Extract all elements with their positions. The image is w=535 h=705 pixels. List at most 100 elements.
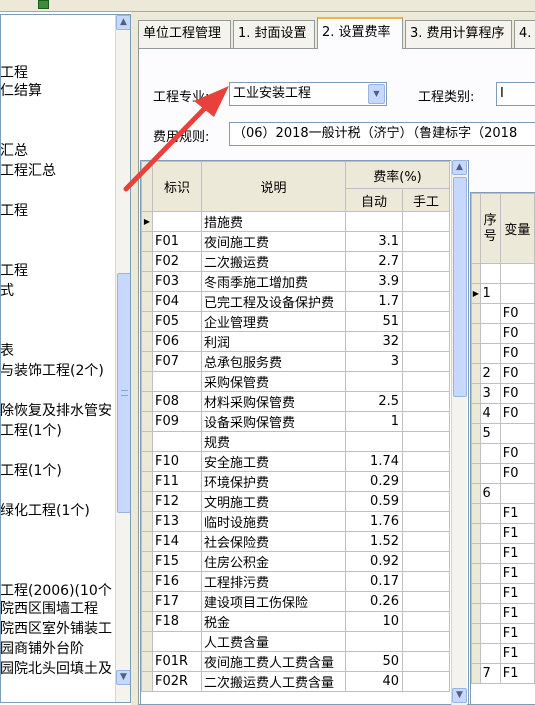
row-no-cell[interactable] <box>479 583 501 604</box>
row-desc-cell[interactable]: 夜间施工费人工费含量 <box>201 651 346 672</box>
row-manual-rate-cell[interactable] <box>402 311 450 332</box>
table-row[interactable]: F01 夜间施工费 3.1 <box>141 231 450 252</box>
row-no-cell[interactable] <box>479 623 501 644</box>
row-no-cell[interactable] <box>479 443 501 464</box>
row-var-cell[interactable]: F1 <box>499 583 535 604</box>
row-manual-rate-cell[interactable] <box>402 671 450 692</box>
tree-node[interactable]: 院西区室外铺装工 <box>1 621 112 638</box>
column-header-id[interactable]: 标识 <box>152 161 202 212</box>
row-id-cell[interactable]: F11 <box>152 471 202 492</box>
row-desc-cell[interactable]: 夜间施工费 <box>201 231 346 252</box>
chevron-down-icon[interactable]: ▼ <box>368 84 385 104</box>
row-indicator[interactable] <box>471 643 481 664</box>
tab-set-rates[interactable]: 2. 设置费率 <box>317 17 403 49</box>
row-manual-rate-cell[interactable] <box>402 291 450 312</box>
row-auto-rate-cell[interactable]: 50 <box>345 651 403 672</box>
row-indicator[interactable] <box>141 251 153 272</box>
tree-node[interactable]: 式 <box>1 283 14 300</box>
row-indicator[interactable] <box>141 331 153 352</box>
table-row[interactable]: 7 F1 <box>471 663 535 684</box>
row-indicator[interactable] <box>471 623 481 644</box>
row-desc-cell[interactable]: 利润 <box>201 331 346 352</box>
row-no-cell[interactable]: 2 <box>479 363 501 384</box>
row-desc-cell[interactable]: 临时设施费 <box>201 511 346 532</box>
row-indicator[interactable] <box>141 591 153 612</box>
table-row[interactable]: F18 税金 10 <box>141 611 450 632</box>
table-row[interactable]: F1 <box>471 563 535 584</box>
row-desc-cell[interactable]: 建设项目工伤保险 <box>201 591 346 612</box>
row-id-cell[interactable]: F01R <box>152 651 202 672</box>
tree-node[interactable]: 工程汇总 <box>1 163 56 180</box>
row-manual-rate-cell[interactable] <box>402 551 450 572</box>
row-desc-cell[interactable]: 环境保护费 <box>201 471 346 492</box>
row-id-cell[interactable]: F15 <box>152 551 202 572</box>
row-no-cell[interactable] <box>479 503 501 524</box>
row-id-cell[interactable]: F07 <box>152 351 202 372</box>
row-desc-cell[interactable]: 措施费 <box>201 211 346 232</box>
row-var-cell[interactable]: F1 <box>499 603 535 624</box>
table-row[interactable]: F10 安全施工费 1.74 <box>141 451 450 472</box>
row-manual-rate-cell[interactable] <box>402 651 450 672</box>
table-row[interactable]: F03 冬雨季施工增加费 3.9 <box>141 271 450 292</box>
row-id-cell[interactable]: F06 <box>152 331 202 352</box>
row-id-cell[interactable]: F04 <box>152 291 202 312</box>
row-desc-cell[interactable]: 安全施工费 <box>201 451 346 472</box>
row-indicator[interactable] <box>471 603 481 624</box>
row-indicator[interactable] <box>141 571 153 592</box>
row-indicator[interactable] <box>141 271 153 292</box>
toolbar-app-icon[interactable] <box>38 0 49 9</box>
row-auto-rate-cell[interactable]: 40 <box>345 671 403 692</box>
tree-node[interactable]: 工程(1个) <box>1 463 62 480</box>
column-header-auto[interactable]: 自动 <box>345 188 403 212</box>
row-indicator[interactable] <box>471 483 481 504</box>
row-indicator[interactable] <box>471 363 481 384</box>
row-auto-rate-cell[interactable]: 3.1 <box>345 231 403 252</box>
row-indicator[interactable] <box>471 523 481 544</box>
row-id-cell[interactable]: F01 <box>152 231 202 252</box>
row-var-cell[interactable]: F0 <box>499 383 535 404</box>
table-row[interactable]: F14 社会保险费 1.52 <box>141 531 450 552</box>
row-indicator[interactable] <box>141 291 153 312</box>
row-indicator[interactable] <box>141 371 153 392</box>
tab-cover-settings[interactable]: 1. 封面设置 <box>233 20 315 48</box>
row-id-cell[interactable]: F17 <box>152 591 202 612</box>
table-row[interactable]: F04 已完工程及设备保护费 1.7 <box>141 291 450 312</box>
row-indicator[interactable] <box>141 431 153 452</box>
table-row[interactable]: F08 材料采购保管费 2.5 <box>141 391 450 412</box>
row-id-cell[interactable]: F10 <box>152 451 202 472</box>
row-auto-rate-cell[interactable]: 1.74 <box>345 451 403 472</box>
row-var-cell[interactable]: F1 <box>499 643 535 664</box>
tree-node[interactable]: 仁结算 <box>1 83 42 100</box>
table-row[interactable]: F05 企业管理费 51 <box>141 311 450 332</box>
row-auto-rate-cell[interactable] <box>345 371 403 392</box>
row-manual-rate-cell[interactable] <box>402 371 450 392</box>
row-manual-rate-cell[interactable] <box>402 251 450 272</box>
tree-scroll-thumb[interactable] <box>117 273 130 513</box>
tree-node[interactable]: 工程 <box>1 203 28 220</box>
row-var-cell[interactable] <box>499 483 535 504</box>
row-no-cell[interactable]: 4 <box>479 403 501 424</box>
project-tree-panel[interactable]: 工程 仁结算 汇总 工程汇总 工程 工程式表与装饰工程(2个) 除恢复及排水管安 工程(1个)… <box>0 14 131 703</box>
row-no-cell[interactable] <box>479 563 501 584</box>
row-var-cell[interactable]: F1 <box>499 523 535 544</box>
table-row[interactable]: F0 <box>471 443 535 464</box>
row-indicator[interactable] <box>471 583 481 604</box>
table-row[interactable]: F0 <box>471 463 535 484</box>
row-manual-rate-cell[interactable] <box>402 351 450 372</box>
row-manual-rate-cell[interactable] <box>402 331 450 352</box>
row-auto-rate-cell[interactable]: 0.59 <box>345 491 403 512</box>
row-desc-cell[interactable]: 税金 <box>201 611 346 632</box>
row-desc-cell[interactable]: 工程排污费 <box>201 571 346 592</box>
row-desc-cell[interactable]: 企业管理费 <box>201 311 346 332</box>
tree-node[interactable]: 汇总 <box>1 143 28 160</box>
row-indicator[interactable] <box>141 531 153 552</box>
table-row[interactable]: ▶ 措施费 <box>141 211 450 232</box>
table-row[interactable]: 5 <box>471 423 535 444</box>
row-manual-rate-cell[interactable] <box>402 431 450 452</box>
tab-unit-project-management[interactable]: 单位工程管理 <box>138 20 231 48</box>
row-manual-rate-cell[interactable] <box>402 271 450 292</box>
tree-vertical-scrollbar[interactable]: ▲ ▼ <box>115 15 130 702</box>
table-row[interactable]: F16 工程排污费 0.17 <box>141 571 450 592</box>
tree-node[interactable]: 绿化工程(1个) <box>1 503 90 520</box>
column-header-desc[interactable]: 说明 <box>201 161 346 212</box>
